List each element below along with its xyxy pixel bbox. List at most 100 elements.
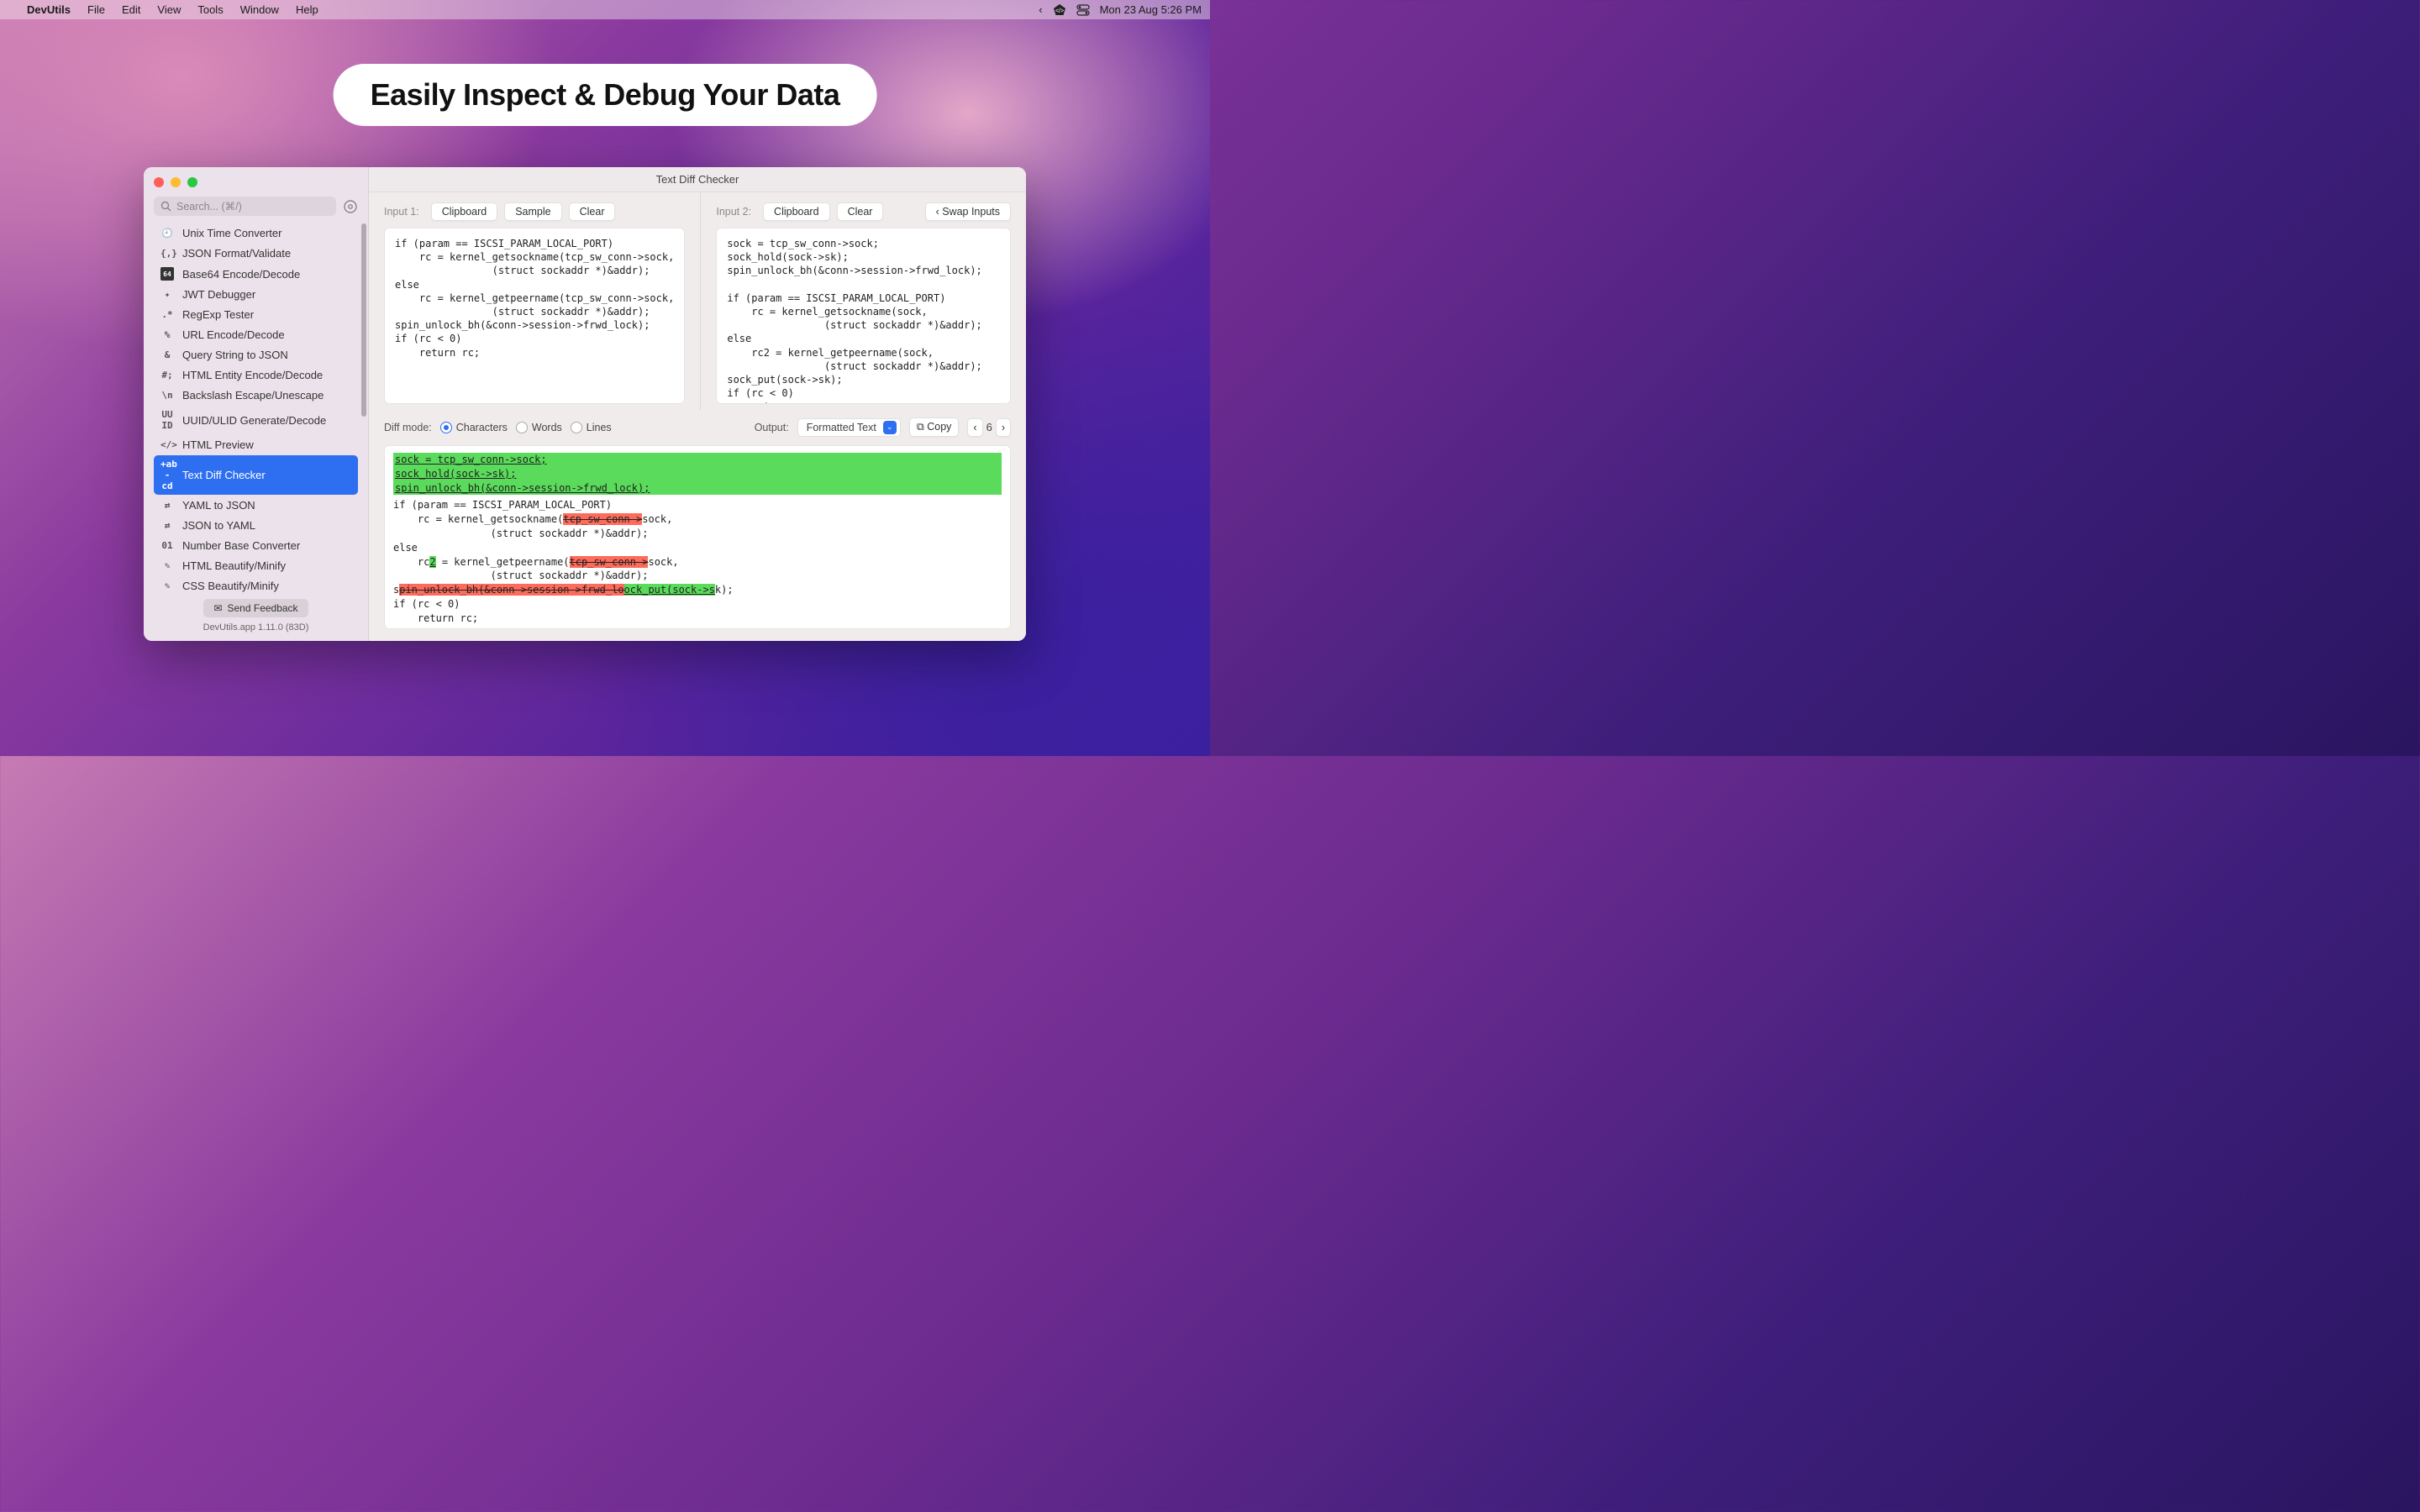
- tool-icon: ✦: [160, 289, 174, 300]
- mail-icon: ✉: [213, 602, 222, 614]
- menubar-pentagon-icon[interactable]: </>: [1053, 3, 1066, 17]
- diff-del-3: pin_unlock_bh(&conn->session->frwd_lo: [399, 584, 623, 596]
- copy-button[interactable]: ⧉ Copy: [909, 417, 960, 437]
- sidebar-item-regexp-tester[interactable]: .* RegExp Tester: [154, 305, 358, 324]
- sidebar-item-uuid-ulid-generate-decode[interactable]: UU ID UUID/ULID Generate/Decode: [154, 406, 358, 434]
- input-pane-1: Input 1: Clipboard Sample Clear if (para…: [369, 192, 700, 411]
- tool-label: RegExp Tester: [182, 308, 254, 321]
- input2-label: Input 2:: [716, 206, 751, 218]
- sidebar-item-unix-time-converter[interactable]: 🕘Unix Time Converter: [154, 223, 358, 243]
- menu-file[interactable]: File: [79, 3, 113, 16]
- tool-icon: UU ID: [160, 409, 174, 431]
- window-title: Text Diff Checker: [369, 167, 1026, 192]
- menu-edit[interactable]: Edit: [113, 3, 149, 16]
- input1-label: Input 1:: [384, 206, 419, 218]
- sidebar-item-html-beautify-minify[interactable]: ✎HTML Beautify/Minify: [154, 556, 358, 575]
- diff-prev-button[interactable]: ‹: [967, 418, 982, 437]
- tool-label: UUID/ULID Generate/Decode: [182, 414, 326, 427]
- menu-window[interactable]: Window: [232, 3, 287, 16]
- diff-del-1: tcp_sw_conn->: [563, 513, 642, 525]
- tool-icon: ⇄: [160, 520, 174, 531]
- hero-title: Easily Inspect & Debug Your Data: [334, 64, 877, 126]
- tool-icon: #;: [160, 370, 174, 381]
- tool-icon: </>: [160, 439, 174, 450]
- sidebar: Search... (⌘/) 🕘Unix Time Converter{,}JS…: [144, 167, 369, 641]
- tool-label: Base64 Encode/Decode: [182, 268, 300, 281]
- sidebar-item-query-string-to-json[interactable]: &Query String to JSON: [154, 345, 358, 365]
- window-minimize-button[interactable]: [171, 177, 181, 187]
- menubar-app-name[interactable]: DevUtils: [18, 3, 79, 16]
- sidebar-item-html-entity-encode-decode[interactable]: #; HTML Entity Encode/Decode: [154, 365, 358, 385]
- sidebar-item-jwt-debugger[interactable]: ✦ JWT Debugger: [154, 285, 358, 304]
- menubar-control-center-icon[interactable]: [1076, 4, 1090, 16]
- diff-add-3: ock_put(sock->s: [624, 584, 715, 596]
- tool-label: HTML Entity Encode/Decode: [182, 369, 323, 381]
- sidebar-item-json-format-validate[interactable]: {,}JSON Format/Validate: [154, 244, 358, 263]
- send-feedback-button[interactable]: ✉ Send Feedback: [203, 599, 308, 617]
- window-close-button[interactable]: [154, 177, 164, 187]
- sidebar-scrollbar[interactable]: [361, 223, 366, 417]
- tool-label: Query String to JSON: [182, 349, 288, 361]
- window-maximize-button[interactable]: [187, 177, 197, 187]
- diff-next-button[interactable]: ›: [996, 418, 1011, 437]
- input1-sample-button[interactable]: Sample: [504, 202, 561, 221]
- tool-label: URL Encode/Decode: [182, 328, 285, 341]
- tool-label: YAML to JSON: [182, 499, 255, 512]
- settings-gear-icon[interactable]: [343, 199, 358, 214]
- diff-mode-words[interactable]: Words: [516, 422, 562, 433]
- sidebar-item-json-to-yaml[interactable]: ⇄JSON to YAML: [154, 516, 358, 535]
- select-caret-icon: ⌄: [883, 421, 897, 434]
- sidebar-item-text-diff-checker[interactable]: +ab -cdText Diff Checker: [154, 455, 358, 495]
- tool-list[interactable]: 🕘Unix Time Converter{,}JSON Format/Valid…: [144, 220, 368, 592]
- tool-icon: 64: [160, 267, 174, 281]
- main-pane: Text Diff Checker Input 1: Clipboard Sam…: [369, 167, 1026, 641]
- tool-icon: \n: [160, 390, 174, 401]
- version-label: DevUtils.app 1.11.0 (83D): [144, 622, 368, 633]
- search-icon: [160, 201, 171, 212]
- sidebar-item-base64-encode-decode[interactable]: 64 Base64 Encode/Decode: [154, 264, 358, 284]
- diff-added-block: sock = tcp_sw_conn->sock; sock_hold(sock…: [393, 453, 1002, 495]
- tool-label: CSS Beautify/Minify: [182, 580, 279, 592]
- output-label: Output:: [755, 422, 789, 433]
- input1-clear-button[interactable]: Clear: [569, 202, 616, 221]
- diff-mode-characters[interactable]: Characters: [440, 422, 508, 433]
- sidebar-item-backslash-escape-unescape[interactable]: \nBackslash Escape/Unescape: [154, 386, 358, 405]
- diff-output[interactable]: sock = tcp_sw_conn->sock; sock_hold(sock…: [384, 445, 1011, 629]
- diff-count: 6: [986, 421, 992, 433]
- output-format-select[interactable]: Formatted Text ⌄: [797, 418, 901, 437]
- tool-icon: ⇄: [160, 500, 174, 511]
- output-format-value: Formatted Text: [807, 422, 876, 433]
- diff-add-2: 2: [429, 556, 435, 568]
- menu-help[interactable]: Help: [287, 3, 327, 16]
- tool-icon: 01: [160, 540, 174, 551]
- tool-icon: ✎: [160, 560, 174, 571]
- tool-icon: .*: [160, 309, 174, 320]
- sidebar-item-yaml-to-json[interactable]: ⇄ YAML to JSON: [154, 496, 358, 515]
- input1-clipboard-button[interactable]: Clipboard: [431, 202, 498, 221]
- input2-textarea[interactable]: sock = tcp_sw_conn->sock; sock_hold(sock…: [716, 228, 1011, 404]
- sidebar-item-html-preview[interactable]: </>HTML Preview: [154, 435, 358, 454]
- copy-icon: ⧉: [917, 421, 927, 433]
- menu-view[interactable]: View: [149, 3, 189, 16]
- menubar-chevron-icon[interactable]: ‹: [1039, 3, 1042, 16]
- tool-icon: &: [160, 349, 174, 360]
- input1-textarea[interactable]: if (param == ISCSI_PARAM_LOCAL_PORT) rc …: [384, 228, 685, 404]
- swap-inputs-button[interactable]: ‹ Swap Inputs: [925, 202, 1011, 221]
- input2-clear-button[interactable]: Clear: [837, 202, 884, 221]
- swap-label: Swap Inputs: [942, 206, 1000, 218]
- sidebar-item-css-beautify-minify[interactable]: ✎ CSS Beautify/Minify: [154, 576, 358, 592]
- tool-label: JWT Debugger: [182, 288, 255, 301]
- diff-mode-lines[interactable]: Lines: [571, 422, 612, 433]
- feedback-label: Send Feedback: [228, 602, 298, 614]
- search-placeholder: Search... (⌘/): [176, 200, 242, 213]
- search-input[interactable]: Search... (⌘/): [154, 197, 336, 216]
- sidebar-item-url-encode-decode[interactable]: %URL Encode/Decode: [154, 325, 358, 344]
- tool-icon: +ab -cd: [160, 459, 174, 491]
- diff-mode-label: Diff mode:: [384, 422, 432, 433]
- menubar-datetime[interactable]: Mon 23 Aug 5:26 PM: [1100, 3, 1202, 16]
- menu-tools[interactable]: Tools: [189, 3, 231, 16]
- tool-icon: ✎: [160, 580, 174, 591]
- sidebar-item-number-base-converter[interactable]: 01Number Base Converter: [154, 536, 358, 555]
- input2-clipboard-button[interactable]: Clipboard: [763, 202, 830, 221]
- tool-label: JSON Format/Validate: [182, 247, 291, 260]
